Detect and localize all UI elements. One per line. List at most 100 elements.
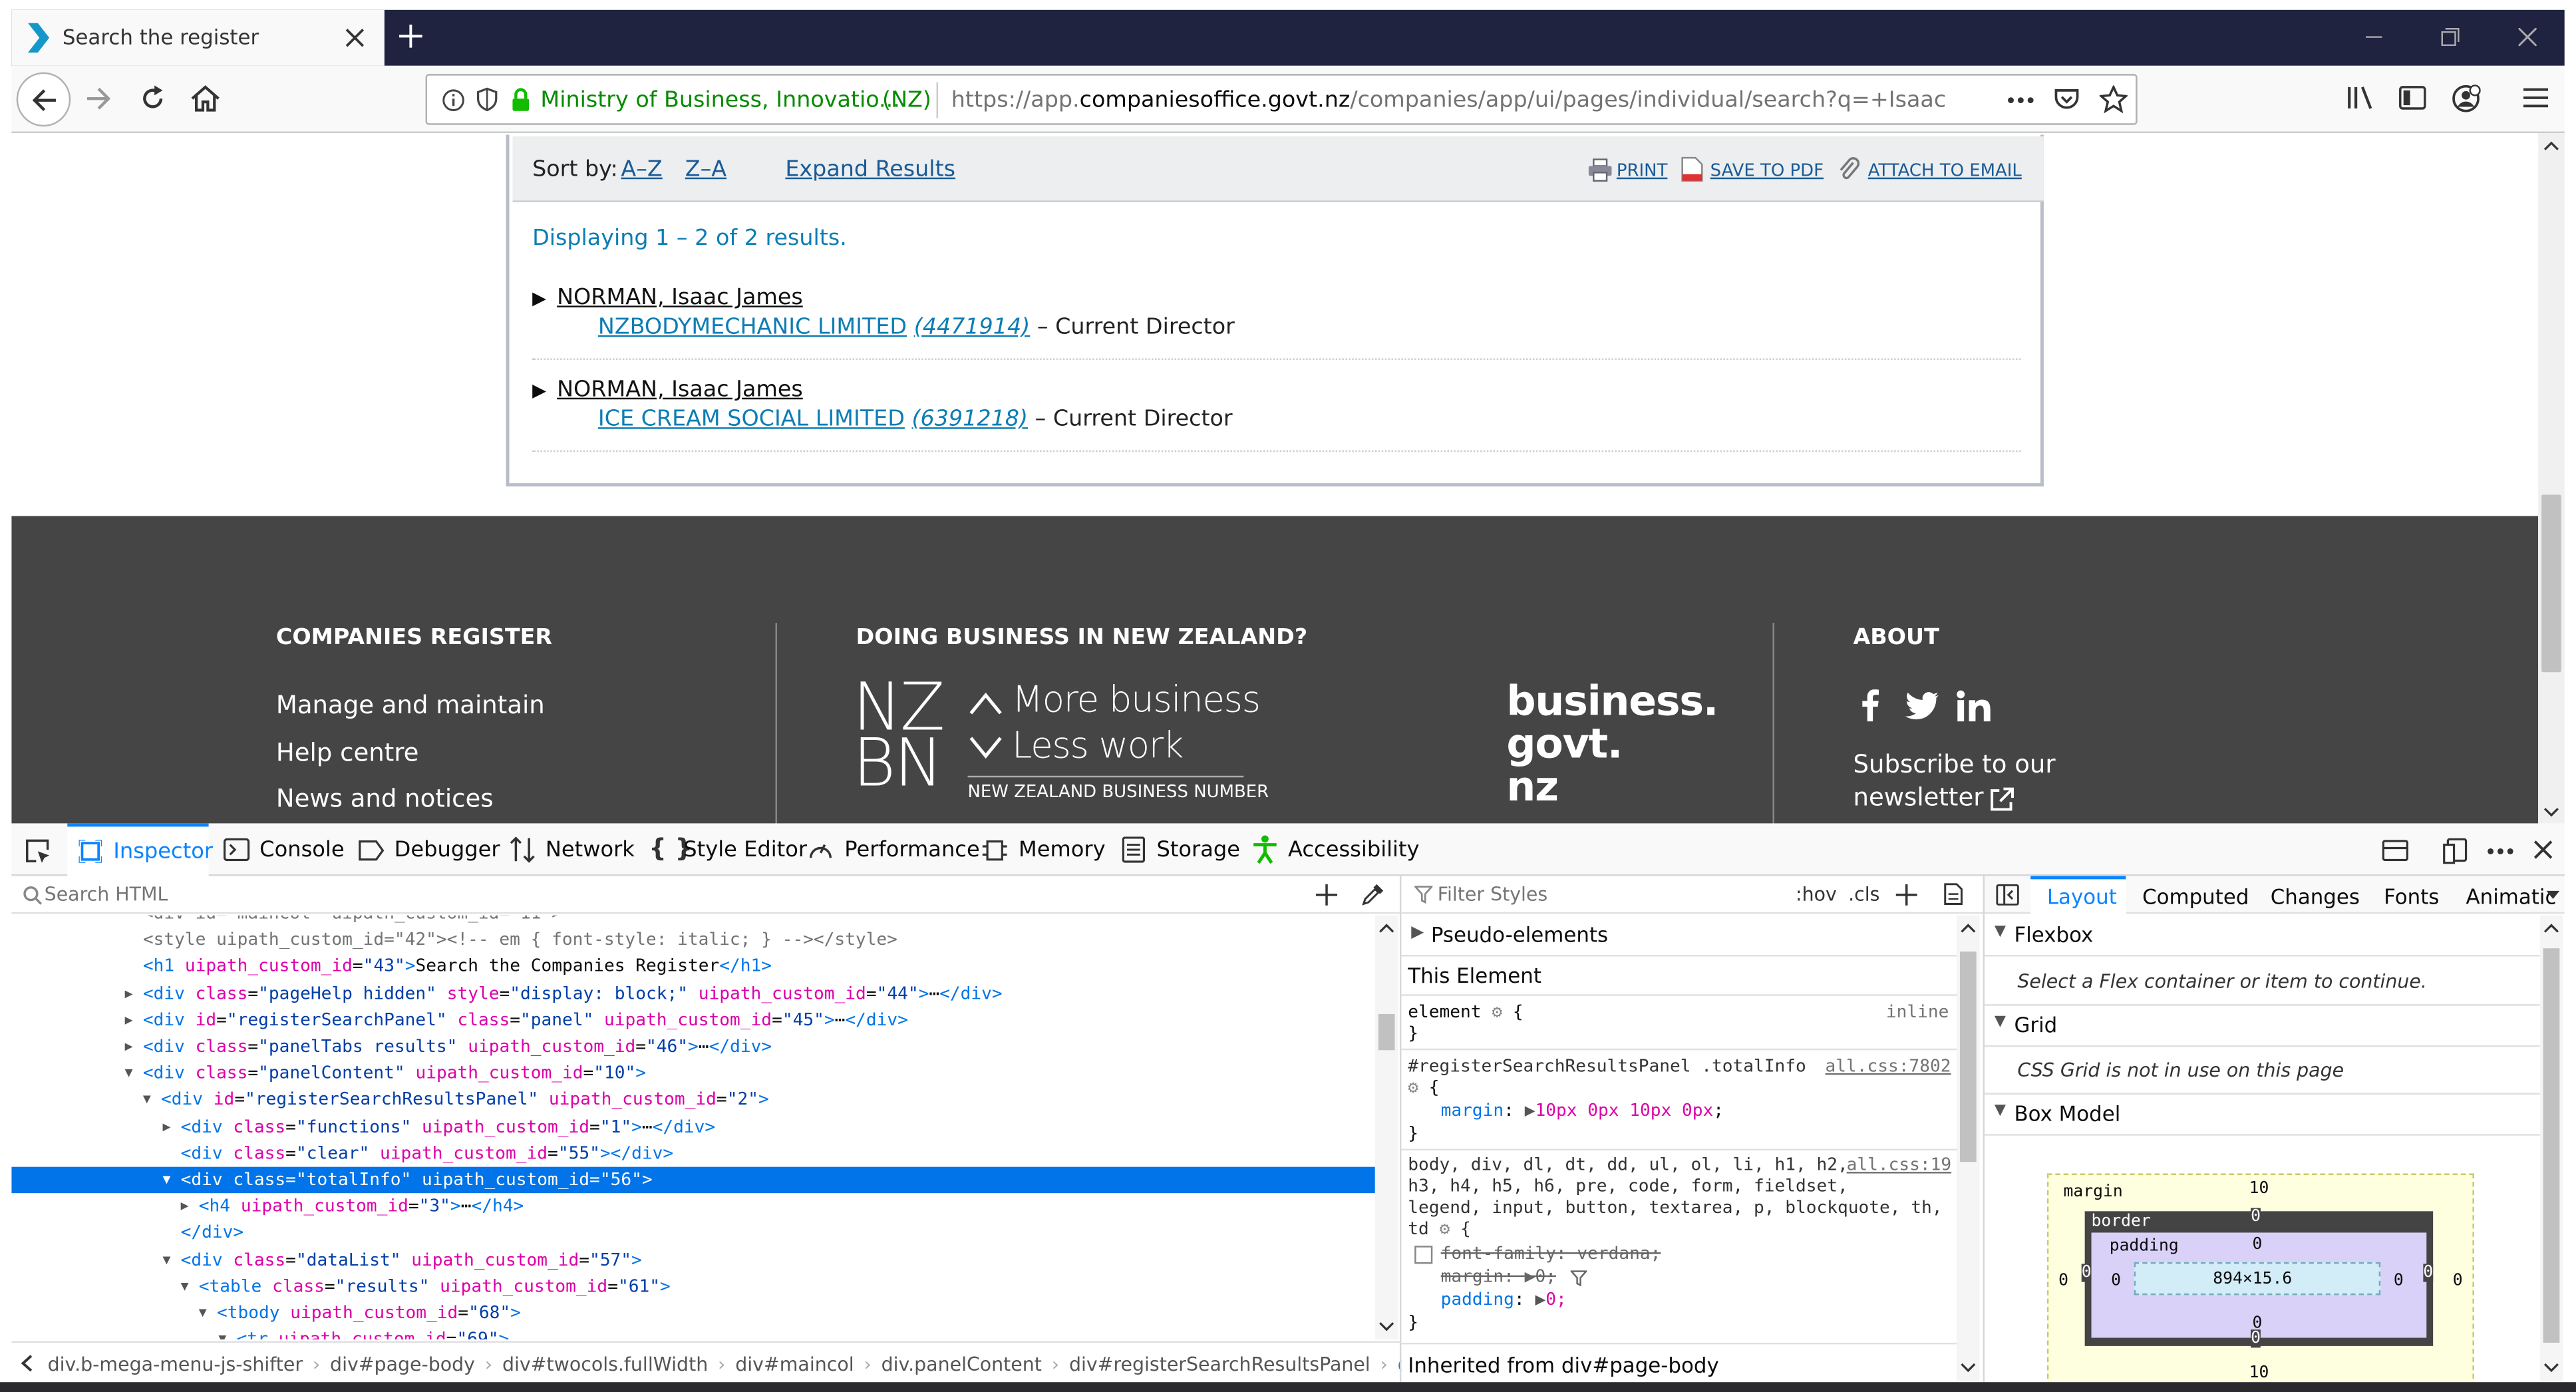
markup-node-selected[interactable]: ▼ <div class="totalInfo" uipath_custom_id…: [11, 1166, 1375, 1194]
sidebar-icon[interactable]: [2398, 85, 2426, 110]
footer-link-news[interactable]: News and notices: [276, 784, 494, 813]
sort-az-link[interactable]: A–Z: [621, 156, 662, 183]
tab-animations[interactable]: Animatic: [2466, 884, 2557, 909]
overridden-filter-icon[interactable]: [1570, 1270, 1587, 1287]
expand-arrow-icon[interactable]: ▶: [532, 380, 546, 401]
page-actions-icon[interactable]: [2008, 97, 2034, 104]
box-model-header[interactable]: Box Model: [2014, 1101, 2120, 1126]
dock-side-icon[interactable]: [2443, 838, 2468, 865]
prop-font-family-overridden[interactable]: font-family: verdana;: [1441, 1244, 1661, 1264]
border-left-value[interactable]: 0: [2081, 1264, 2092, 1282]
markup-scrollbar[interactable]: [1374, 915, 1398, 1340]
breadcrumb-item[interactable]: div#registerSearchResultsPanel: [1069, 1353, 1370, 1376]
node-collapsed-icon[interactable]: ▶: [162, 1114, 170, 1140]
node-expanded-icon[interactable]: ▼: [181, 1274, 189, 1300]
layout-scroll-thumb[interactable]: [2543, 948, 2560, 1343]
company-number-link[interactable]: (6391218): [912, 406, 1029, 433]
markup-node[interactable]: ▼ <tr uipath_custom_id="69">: [11, 1327, 1375, 1339]
box-model-padding[interactable]: padding 0 0 0 0 894×15.6: [2091, 1232, 2427, 1338]
tab-computed[interactable]: Computed: [2142, 884, 2249, 909]
tab-style-editor[interactable]: Style Editor: [683, 838, 807, 863]
tab-accessibility[interactable]: Accessibility: [1288, 838, 1420, 863]
secure-lock-icon[interactable]: [511, 87, 531, 112]
library-icon[interactable]: [2346, 85, 2374, 110]
markup-node[interactable]: ▼ <div class="dataList" uipath_custom_id=…: [11, 1247, 1375, 1274]
rules-scroll-up-icon[interactable]: [1960, 924, 1977, 934]
node-expanded-icon[interactable]: ▼: [162, 1167, 170, 1194]
prop-margin-overridden[interactable]: margin: ▶0;: [1441, 1267, 1556, 1287]
tab-changes[interactable]: Changes: [2271, 884, 2360, 909]
markup-node[interactable]: ▼ <tbody uipath_custom_id="68">: [11, 1300, 1375, 1327]
rule-totalinfo-source[interactable]: all.css:7802: [1825, 1057, 1951, 1077]
box-model-margin[interactable]: margin 10 10 0 0 border 0 padding 0 0 0 …: [2046, 1173, 2474, 1383]
twitter-icon[interactable]: [1904, 692, 1939, 720]
rules-scrollbar[interactable]: [1957, 915, 1980, 1383]
accessibility-icon[interactable]: [1252, 835, 1279, 864]
markup-node[interactable]: </div>: [11, 1220, 1375, 1247]
margin-right-value[interactable]: 0: [2453, 1272, 2463, 1290]
back-button[interactable]: [16, 72, 71, 127]
pdf-icon[interactable]: [1681, 156, 1704, 183]
tab-performance[interactable]: Performance: [844, 838, 979, 863]
menu-icon[interactable]: [2523, 87, 2549, 108]
margin-bottom-value[interactable]: 10: [2249, 1364, 2269, 1382]
padding-left-value[interactable]: 0: [2111, 1272, 2121, 1290]
rules-scroll-thumb[interactable]: [1959, 952, 1977, 1162]
close-window-icon[interactable]: [2518, 27, 2537, 47]
node-expanded-icon[interactable]: ▼: [162, 1247, 170, 1274]
markup-node[interactable]: ▶ <div class="pageHelp hidden" style="dis…: [11, 981, 1375, 1007]
restore-icon[interactable]: [2441, 27, 2460, 47]
markup-node[interactable]: <div class="clear" uipath_custom_id="55"…: [11, 1140, 1375, 1167]
rule-element[interactable]: element ⚙ {: [1408, 1003, 1523, 1023]
page-scrollbar-thumb[interactable]: [2541, 494, 2561, 673]
reload-icon[interactable]: [140, 85, 166, 112]
memory-icon[interactable]: [982, 838, 1007, 863]
print-media-icon[interactable]: [1943, 882, 1963, 906]
sort-za-link[interactable]: Z–A: [685, 156, 726, 183]
markup-node[interactable]: <div id="maincol" uipath_custom_id="11">: [11, 916, 1375, 927]
tab-debugger[interactable]: Debugger: [395, 838, 500, 863]
company-number-link[interactable]: (4471914): [914, 314, 1031, 341]
box-model-content[interactable]: 894×15.6: [2134, 1262, 2381, 1296]
padding-top-value[interactable]: 0: [2253, 1236, 2263, 1254]
markup-node[interactable]: ▶ <div class="functions" uipath_custom_id…: [11, 1114, 1375, 1140]
breadcrumb-item[interactable]: div#maincol: [735, 1353, 854, 1376]
border-right-value[interactable]: 0: [2423, 1264, 2434, 1282]
nzbn-logo[interactable]: NZ BN More business Less work NEW ZEALAN…: [853, 671, 1269, 812]
individual-name-link[interactable]: NORMAN, Isaac James: [557, 377, 803, 403]
breadcrumb-back-icon[interactable]: [20, 1354, 33, 1372]
filter-styles-input[interactable]: [1437, 880, 1783, 908]
tab-network[interactable]: Network: [546, 838, 635, 863]
tab-console[interactable]: Console: [259, 838, 344, 863]
tab-layout[interactable]: Layout: [2030, 876, 2126, 914]
node-expanded-icon[interactable]: ▼: [143, 1087, 151, 1114]
markup-node[interactable]: ▼ <div class="panelContent" uipath_custom…: [11, 1061, 1375, 1087]
print-link[interactable]: PRINT: [1617, 161, 1668, 181]
element-picker-icon[interactable]: [25, 838, 51, 865]
boxmodel-collapse-icon[interactable]: ▼: [1995, 1103, 2006, 1119]
rules-scroll-down-icon[interactable]: [1960, 1363, 1977, 1373]
subscribe-link-line1[interactable]: Subscribe to our: [1853, 749, 2055, 779]
prop-padding[interactable]: padding: ▶0;: [1441, 1290, 1567, 1310]
node-collapsed-icon[interactable]: ▶: [181, 1194, 189, 1220]
layout-scroll-down-icon[interactable]: [2543, 1363, 2560, 1373]
company-name-link[interactable]: ICE CREAM SOCIAL LIMITED: [598, 406, 905, 433]
close-devtools-icon[interactable]: [2533, 840, 2553, 860]
url-bar[interactable]: Ministry of Business, Innovatio... (NZ) …: [425, 74, 2138, 125]
margin-top-value[interactable]: 10: [2249, 1180, 2269, 1198]
url-text[interactable]: https://app.companiesoffice.govt.nz/comp…: [951, 87, 1945, 114]
markup-node[interactable]: <h1 uipath_custom_id="43">Search the Com…: [11, 954, 1375, 981]
node-collapsed-icon[interactable]: ▶: [125, 1034, 133, 1061]
footer-link-help[interactable]: Help centre: [276, 738, 419, 767]
flexbox-header[interactable]: Flexbox: [2014, 922, 2093, 947]
facebook-icon[interactable]: [1861, 689, 1879, 722]
property-checkbox[interactable]: [1414, 1246, 1433, 1264]
expand-arrow-icon[interactable]: ▶: [532, 287, 546, 309]
console-icon[interactable]: [223, 838, 250, 862]
company-name-link[interactable]: NZBODYMECHANIC LIMITED: [598, 314, 907, 341]
markup-scroll-thumb[interactable]: [1378, 1013, 1395, 1051]
info-icon[interactable]: [442, 88, 465, 112]
save-to-pdf-link[interactable]: SAVE TO PDF: [1710, 161, 1824, 181]
pseudo-expand-icon[interactable]: ▶: [1411, 924, 1424, 942]
flexbox-collapse-icon[interactable]: ▼: [1995, 924, 2006, 940]
